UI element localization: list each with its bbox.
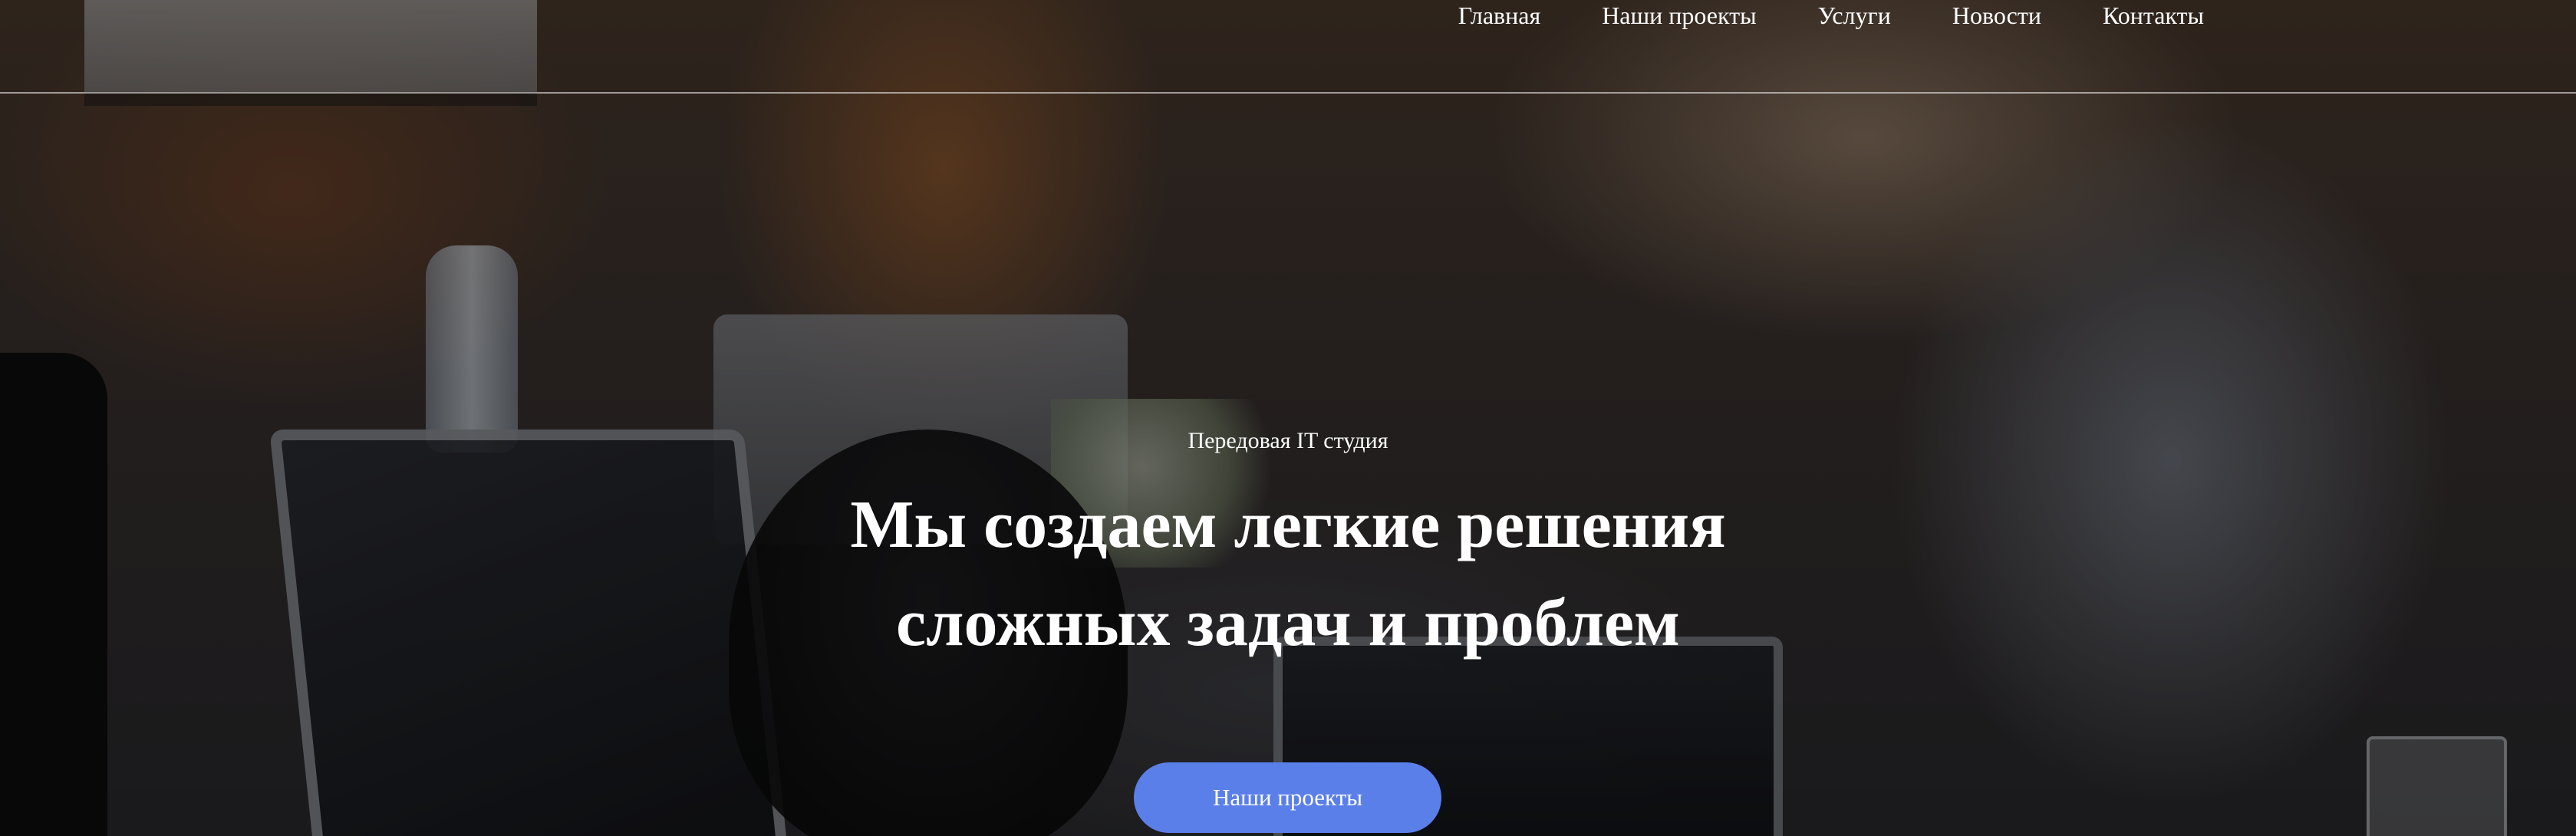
nav-link-services[interactable]: Услуги: [1818, 0, 1891, 31]
hero-headline-line-1: Мы создаем легкие решения: [850, 488, 1726, 562]
background-overlay: [0, 0, 2576, 836]
hero-headline: Мы создаем легкие решения сложных задач …: [0, 476, 2576, 673]
hero-headline-line-2: сложных задач и проблем: [896, 586, 1680, 660]
nav-link-projects[interactable]: Наши проекты: [1602, 0, 1756, 31]
nav-link-news[interactable]: Новости: [1952, 0, 2041, 31]
projects-cta-button[interactable]: Наши проекты: [1134, 762, 1441, 833]
hero-section: Главная Наши проекты Услуги Новости Конт…: [0, 0, 2576, 836]
nav-link-home[interactable]: Главная: [1458, 0, 1540, 31]
nav-link-contacts[interactable]: Контакты: [2103, 0, 2204, 31]
hero-content: Передовая IT студия Мы создаем легкие ре…: [0, 426, 2576, 673]
nav-divider: [0, 92, 2576, 94]
hero-eyebrow: Передовая IT студия: [1188, 428, 1388, 453]
main-nav: Главная Наши проекты Услуги Новости Конт…: [1458, 0, 2204, 31]
